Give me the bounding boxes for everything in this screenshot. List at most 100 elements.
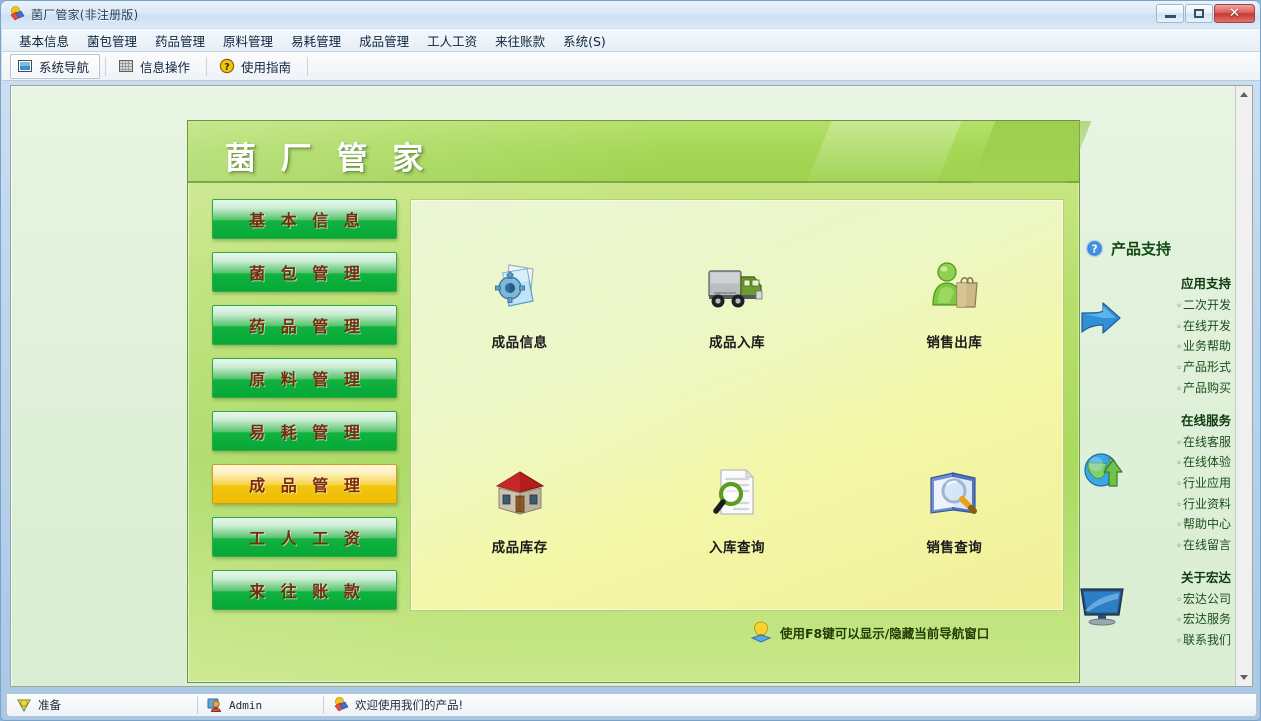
support-group-about: 关于宏达 ◦宏达公司 ◦宏达服务 ◦联系我们 (1080, 567, 1235, 652)
status-user-label: Admin (229, 698, 263, 712)
help-question-icon: ? (219, 58, 235, 74)
tile-inbound-query[interactable]: 入库查询 (662, 460, 812, 556)
tile-label-product-info: 成品信息 (491, 334, 548, 351)
bullet-icon: ◦ (1176, 499, 1182, 511)
support-link-product-form[interactable]: ◦产品形式 (1085, 358, 1231, 379)
document-magnifier-icon (704, 460, 770, 526)
nav-label-basic-info: 基 本 信 息 (249, 211, 365, 230)
status-info-icon (16, 697, 32, 713)
scroll-up-button[interactable] (1236, 86, 1252, 103)
menu-item-worker-wages[interactable]: 工人工资 (418, 28, 486, 53)
globe-upload-icon (1081, 448, 1125, 492)
toolbar-separator-2 (206, 56, 208, 76)
content-panel: 成品信息 成品入库 销售出库 成品库存 入库查询 销售查询 (410, 199, 1064, 611)
minimize-button[interactable] (1156, 4, 1184, 23)
f8-hint-text: 使用F8键可以显示/隐藏当前导航窗口 (780, 625, 990, 641)
support-link-contact-us[interactable]: ◦联系我们 (1085, 631, 1231, 652)
menu-item-consumable-management[interactable]: 易耗管理 (282, 28, 350, 53)
f8-hint: 使用F8键可以显示/隐藏当前导航窗口 (748, 619, 989, 645)
tile-grid: 成品信息 成品入库 销售出库 成品库存 入库查询 销售查询 (411, 200, 1063, 610)
nav-button-medicine-management[interactable]: 药 品 管 理 (212, 305, 397, 345)
bullet-icon: ◦ (1176, 363, 1182, 375)
status-message-label: 欢迎使用我们的产品! (355, 698, 464, 712)
monitor-icon (1077, 583, 1127, 627)
bullet-icon: ◦ (1176, 342, 1182, 354)
nav-button-accounts[interactable]: 来 往 账 款 (212, 570, 397, 610)
toolbar-button-info-operation[interactable]: 信息操作 (111, 54, 201, 79)
chevron-down-icon (1240, 675, 1248, 680)
nav-label-consumable-management: 易 耗 管 理 (249, 423, 365, 442)
support-group-online-service: 在线服务 ◦在线客服 ◦在线体验 ◦行业应用 ◦行业资料 ◦帮助中心 ◦在线留言 (1084, 410, 1235, 557)
nav-button-product-management[interactable]: 成 品 管 理 (212, 464, 397, 504)
bullet-icon: ◦ (1176, 458, 1182, 470)
vertical-scrollbar[interactable] (1235, 86, 1252, 686)
tile-label-product-stock: 成品库存 (491, 539, 548, 556)
close-button[interactable]: ✕ (1214, 4, 1255, 23)
nav-label-material-management: 原 料 管 理 (249, 370, 365, 389)
nav-label-product-management: 成 品 管 理 (249, 476, 365, 495)
nav-button-bag-management[interactable]: 菌 包 管 理 (212, 252, 397, 292)
client-area: 菌 厂 管 家 基 本 信 息 菌 包 管 理 药 品 管 理 原 料 管 理 … (10, 85, 1253, 687)
support-group-heading-online-service: 在线服务 (1180, 412, 1231, 428)
status-cell-user: Admin (198, 694, 323, 716)
status-cell-message: 欢迎使用我们的产品! (324, 694, 472, 716)
menu-item-medicine-management[interactable]: 药品管理 (146, 28, 214, 53)
menu-item-bag-management[interactable]: 菌包管理 (78, 28, 146, 53)
maximize-button[interactable] (1185, 4, 1213, 23)
tile-sales-query[interactable]: 销售查询 (879, 460, 1029, 556)
support-link-help-center[interactable]: ◦帮助中心 (1085, 515, 1231, 536)
lightbulb-icon (748, 619, 774, 645)
support-link-industry-materials[interactable]: ◦行业资料 (1085, 495, 1231, 516)
svg-text:?: ? (1091, 244, 1097, 256)
nav-button-column: 基 本 信 息 菌 包 管 理 药 品 管 理 原 料 管 理 易 耗 管 理 … (212, 199, 397, 623)
nav-label-worker-wages: 工 人 工 资 (249, 529, 365, 548)
nav-label-accounts: 来 往 账 款 (249, 582, 365, 601)
grid-icon (118, 58, 134, 74)
menu-item-accounts[interactable]: 来往账款 (486, 28, 554, 53)
menu-item-material-management[interactable]: 原料管理 (214, 28, 282, 53)
menu-item-basic-info[interactable]: 基本信息 (10, 28, 78, 53)
support-group-application: 应用支持 ◦二次开发 ◦在线开发 ◦业务帮助 ◦产品形式 ◦产品购买 (1081, 273, 1235, 400)
support-title: 产品支持 (1111, 240, 1172, 258)
nav-label-medicine-management: 药 品 管 理 (249, 317, 365, 336)
toolbar-label-user-guide: 使用指南 (241, 59, 292, 75)
tile-label-inbound-query: 入库查询 (708, 539, 765, 556)
menu-item-system[interactable]: 系统(S) (554, 28, 615, 53)
tile-sales-outbound[interactable]: 销售出库 (879, 255, 1029, 351)
close-icon: ✕ (1229, 6, 1240, 21)
status-cell-ready: 准备 (7, 694, 197, 716)
svg-text:?: ? (224, 62, 230, 73)
scroll-down-button[interactable] (1236, 669, 1252, 686)
toolbar: 系统导航 信息操作 ? 使用指南 (2, 52, 1260, 81)
nav-button-consumable-management[interactable]: 易 耗 管 理 (212, 411, 397, 451)
toolbar-button-system-navigation[interactable]: 系统导航 (10, 53, 101, 79)
bullet-icon: ◦ (1176, 520, 1182, 532)
bullet-icon: ◦ (1176, 636, 1182, 648)
bullet-icon: ◦ (1176, 301, 1182, 312)
toolbar-button-user-guide[interactable]: ? 使用指南 (212, 54, 302, 79)
toolbar-label-info-operation: 信息操作 (140, 59, 191, 75)
support-link-product-purchase[interactable]: ◦产品购买 (1085, 379, 1231, 400)
person-shopping-bag-icon (921, 255, 987, 321)
navigation-icon (17, 58, 33, 74)
bullet-icon: ◦ (1176, 437, 1182, 449)
support-group-heading-application: 应用支持 (1180, 276, 1231, 291)
board-title: 菌 厂 管 家 (225, 141, 431, 177)
app-logo-icon (333, 696, 349, 713)
nav-button-worker-wages[interactable]: 工 人 工 资 (212, 517, 397, 557)
tile-product-info[interactable]: 成品信息 (445, 255, 595, 351)
title-bar: 菌厂管家(非注册版) ✕ (1, 1, 1260, 28)
header-highlight-shape-2 (970, 121, 1092, 183)
application-window: 菌厂管家(非注册版) ✕ 基本信息 菌包管理 药品管理 原料管理 易耗管理 成品… (0, 0, 1261, 721)
toolbar-separator-3 (307, 56, 309, 76)
navigation-board: 菌 厂 管 家 基 本 信 息 菌 包 管 理 药 品 管 理 原 料 管 理 … (187, 120, 1092, 683)
menu-item-product-management[interactable]: 成品管理 (350, 28, 418, 53)
user-icon (207, 697, 223, 713)
nav-button-basic-info[interactable]: 基 本 信 息 (212, 199, 397, 239)
document-gear-icon (487, 255, 553, 321)
tile-product-stock[interactable]: 成品库存 (445, 460, 595, 556)
bullet-icon: ◦ (1176, 478, 1182, 490)
support-link-online-message[interactable]: ◦在线留言 (1085, 536, 1231, 557)
tile-product-inbound[interactable]: 成品入库 (662, 255, 812, 351)
nav-button-material-management[interactable]: 原 料 管 理 (212, 358, 397, 398)
